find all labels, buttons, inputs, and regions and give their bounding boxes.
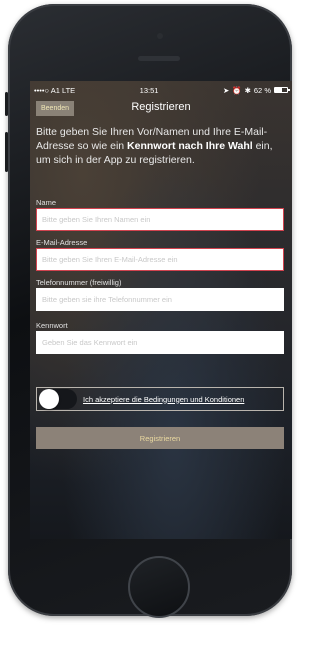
battery-level xyxy=(275,88,283,92)
battery-icon xyxy=(274,87,290,93)
page-title: Registrieren xyxy=(131,101,191,113)
name-label: Name xyxy=(36,198,57,207)
phone-field[interactable] xyxy=(36,288,284,311)
name-field[interactable] xyxy=(36,208,284,231)
intro-text-bold: Kennwort nach Ihre Wahl xyxy=(127,140,253,152)
status-bar: ••••○ A1 LTE 13:51 ➤ ⏰ ✱ 62 % xyxy=(34,84,290,96)
terms-toggle[interactable] xyxy=(39,389,77,409)
password-label: Kennwort xyxy=(36,321,68,330)
register-button[interactable]: Registrieren xyxy=(36,427,284,449)
phone-label: Telefonnummer (freiwillig) xyxy=(36,278,122,287)
front-camera xyxy=(157,33,163,39)
status-time: 13:51 xyxy=(139,85,159,95)
terms-link[interactable]: Ich akzeptiere die Bedingungen und Kondi… xyxy=(83,395,244,404)
email-field[interactable] xyxy=(36,248,284,271)
earpiece-speaker xyxy=(138,56,180,61)
nav-bar: Beenden Registrieren xyxy=(30,98,292,120)
battery-percent: 62 % xyxy=(253,85,271,95)
alarm-icon: ⏰ xyxy=(232,85,242,95)
app-screen: ••••○ A1 LTE 13:51 ➤ ⏰ ✱ 62 % Beenden Re… xyxy=(30,81,292,539)
home-button[interactable] xyxy=(128,556,190,618)
email-label: E-Mail-Adresse xyxy=(36,238,88,247)
location-icon: ➤ xyxy=(222,85,230,95)
intro-text: Bitte geben Sie Ihren Vor/Namen und Ihre… xyxy=(36,125,286,167)
terms-row: Ich akzeptiere die Bedingungen und Kondi… xyxy=(36,387,284,411)
toggle-knob xyxy=(39,389,59,409)
carrier-signal: ••••○ A1 LTE xyxy=(34,85,76,95)
password-field[interactable] xyxy=(36,331,284,354)
bluetooth-icon: ✱ xyxy=(244,85,251,95)
